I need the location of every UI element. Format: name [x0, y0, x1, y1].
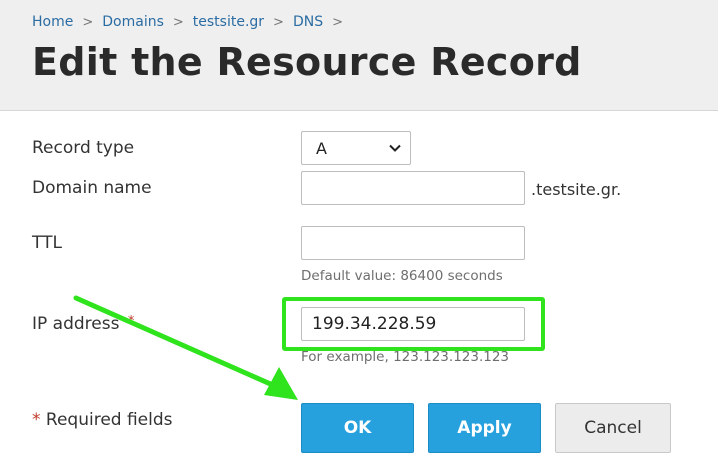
breadcrumb-home-link[interactable]: Home	[32, 14, 73, 30]
breadcrumb-separator: >	[273, 14, 284, 30]
required-fields-text: Required fields	[45, 410, 173, 430]
domain-suffix: .testsite.gr.	[531, 180, 622, 199]
breadcrumb: Home > Domains > testsite.gr > DNS >	[32, 12, 352, 32]
breadcrumb-separator: >	[172, 14, 184, 30]
required-star: *	[127, 314, 135, 329]
domain-name-label: Domain name	[32, 178, 152, 198]
required-fields-note: * Required fields	[32, 410, 173, 430]
breadcrumb-separator: >	[82, 14, 94, 30]
ip-address-label: IP address *	[32, 314, 134, 334]
ip-address-input[interactable]	[301, 307, 525, 341]
breadcrumb-domains-link[interactable]: Domains	[102, 14, 164, 30]
ok-button[interactable]: OK	[301, 403, 414, 453]
record-type-select[interactable]: A	[301, 131, 411, 165]
cancel-button[interactable]: Cancel	[555, 403, 671, 453]
ttl-hint: Default value: 86400 seconds	[301, 268, 503, 284]
breadcrumb-dns-link[interactable]: DNS	[293, 14, 323, 30]
record-type-value: A	[316, 138, 327, 158]
required-star: *	[32, 410, 41, 430]
domain-name-input[interactable]	[301, 171, 525, 205]
ip-address-label-text: IP address	[32, 314, 120, 334]
apply-button[interactable]: Apply	[428, 403, 541, 453]
breadcrumb-domain-link[interactable]: testsite.gr	[193, 14, 264, 30]
ttl-input[interactable]	[301, 226, 525, 260]
ttl-label: TTL	[32, 233, 62, 253]
ip-address-hint: For example, 123.123.123.123	[301, 349, 510, 365]
page-header: Home > Domains > testsite.gr > DNS > Edi…	[0, 0, 718, 111]
page-title: Edit the Resource Record	[32, 40, 582, 84]
chevron-down-icon	[389, 144, 401, 152]
record-type-label: Record type	[32, 138, 135, 158]
breadcrumb-separator: >	[332, 14, 343, 30]
